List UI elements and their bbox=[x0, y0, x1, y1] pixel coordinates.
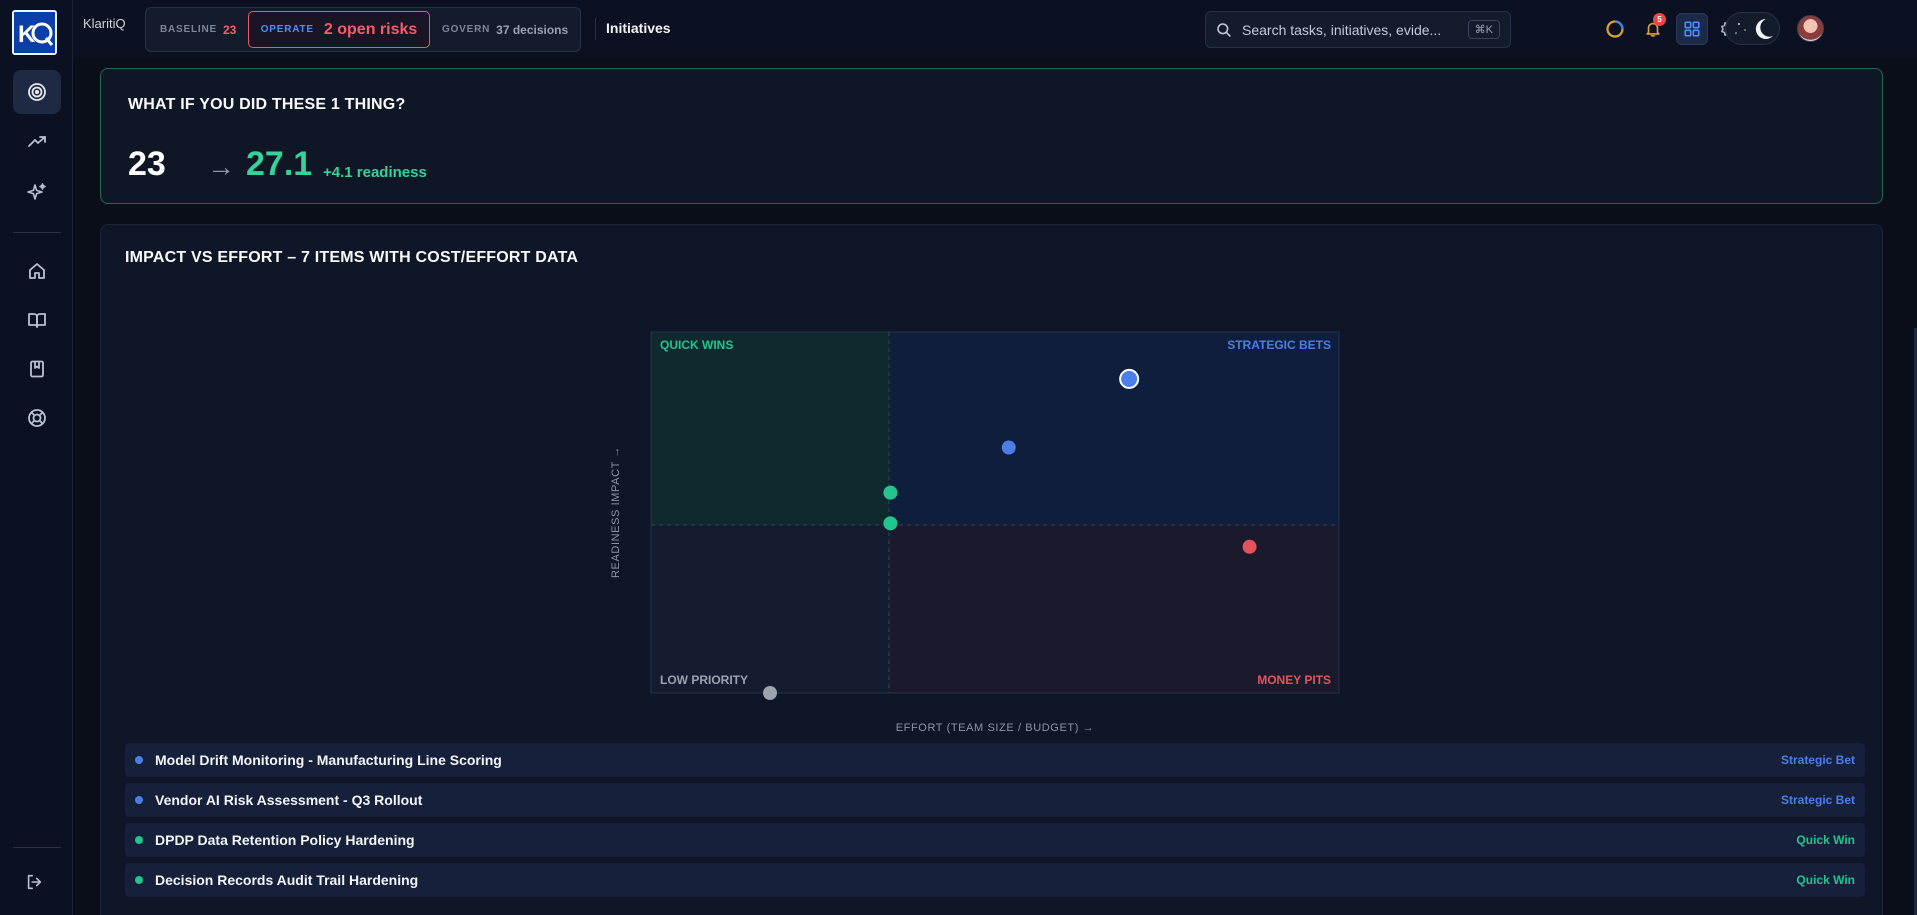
strategic-bets-label: STRATEGIC BETS bbox=[1227, 338, 1331, 352]
grid-view-icon[interactable] bbox=[1676, 13, 1708, 45]
arrow-right-icon: → bbox=[207, 151, 235, 182]
trending-up-icon[interactable] bbox=[13, 120, 61, 164]
breadcrumb-divider bbox=[595, 18, 596, 40]
sidebar-divider bbox=[13, 847, 61, 848]
list-item[interactable]: Model Drift Monitoring - Manufacturing L… bbox=[125, 743, 1865, 777]
item-category-badge: Quick Win bbox=[1796, 833, 1855, 847]
progress-ring-icon[interactable] bbox=[1600, 14, 1630, 44]
quadrant-low-priority bbox=[651, 525, 889, 693]
theme-toggle[interactable] bbox=[1725, 12, 1780, 45]
sidebar-divider bbox=[13, 232, 61, 233]
target-icon[interactable] bbox=[13, 70, 61, 114]
money-pits-label: MONEY PITS bbox=[1257, 673, 1331, 687]
bookmark-book-icon[interactable] bbox=[13, 347, 61, 391]
status-summary: BASELINE 23 OPERATE 2 open risks GOVERN … bbox=[145, 7, 581, 52]
bell-icon[interactable]: 5 bbox=[1638, 13, 1668, 44]
matrix-point-2[interactable] bbox=[1001, 440, 1016, 455]
baseline-label: BASELINE bbox=[160, 24, 217, 35]
govern-status[interactable]: GOVERN 37 decisions bbox=[442, 8, 568, 51]
breadcrumb[interactable]: Initiatives bbox=[606, 20, 671, 36]
quadrant-money-pits bbox=[889, 525, 1339, 693]
govern-label: GOVERN bbox=[442, 24, 491, 35]
status-dot bbox=[135, 756, 143, 764]
status-dot bbox=[135, 796, 143, 804]
item-name: Vendor AI Risk Assessment - Q3 Rollout bbox=[155, 792, 423, 808]
low-priority-label: LOW PRIORITY bbox=[660, 673, 748, 687]
impact-effort-matrix: QUICK WINS STRATEGIC BETS LOW PRIORITY M… bbox=[610, 331, 1340, 734]
projected-score: 27.1 bbox=[246, 145, 313, 183]
list-item[interactable]: Vendor AI Risk Assessment - Q3 Rollout St… bbox=[125, 783, 1865, 817]
initiative-list: Model Drift Monitoring - Manufacturing L… bbox=[125, 743, 1865, 903]
lifebuoy-icon[interactable] bbox=[13, 396, 61, 440]
what-if-title: WHAT IF YOU DID THESE 1 THING? bbox=[128, 96, 406, 113]
item-category-badge: Strategic Bet bbox=[1780, 753, 1855, 767]
avatar[interactable] bbox=[1797, 15, 1824, 42]
y-axis-label: READINESS IMPACT → bbox=[610, 446, 622, 578]
quadrant-quick-wins bbox=[651, 332, 889, 525]
search-icon bbox=[1217, 22, 1231, 37]
search-input[interactable]: Search tasks, initiatives, evide... bbox=[1242, 22, 1458, 38]
main-content: WHAT IF YOU DID THESE 1 THING? 23 → 27.1… bbox=[73, 58, 1917, 915]
sparkles-icon[interactable] bbox=[13, 170, 61, 214]
list-item[interactable]: DPDP Data Retention Policy Hardening Quic… bbox=[125, 823, 1865, 857]
readiness-delta: +4.1 readiness bbox=[323, 164, 427, 181]
baseline-status[interactable]: BASELINE 23 bbox=[160, 8, 236, 51]
search-bar[interactable]: Search tasks, initiatives, evide... ⌘K bbox=[1205, 11, 1511, 48]
item-name: Model Drift Monitoring - Manufacturing L… bbox=[155, 752, 502, 768]
matrix-point-5[interactable] bbox=[1242, 539, 1257, 554]
matrix-point-6[interactable] bbox=[763, 686, 778, 700]
operate-label: OPERATE bbox=[260, 24, 314, 35]
baseline-value: 23 bbox=[222, 22, 237, 37]
notification-count: 5 bbox=[1653, 13, 1666, 26]
item-category-badge: Strategic Bet bbox=[1780, 793, 1855, 807]
current-score: 23 bbox=[128, 145, 166, 183]
operate-value: 2 open risks bbox=[323, 20, 418, 38]
klaritiq-logo[interactable]: K bbox=[12, 10, 57, 55]
list-item[interactable]: Decision Records Audit Trail Hardening Qu… bbox=[125, 863, 1865, 897]
top-bar: KlaritiQ BASELINE 23 OPERATE 2 open risk… bbox=[73, 0, 1917, 58]
home-icon[interactable] bbox=[13, 249, 61, 293]
impact-effort-card: IMPACT VS EFFORT – 7 ITEMS WITH COST/EFF… bbox=[100, 224, 1883, 915]
logout-icon[interactable] bbox=[10, 860, 58, 904]
sidebar: K bbox=[0, 0, 73, 915]
what-if-card: WHAT IF YOU DID THESE 1 THING? 23 → 27.1… bbox=[100, 68, 1883, 204]
operate-status[interactable]: OPERATE 2 open risks bbox=[248, 11, 430, 48]
book-open-icon[interactable] bbox=[13, 298, 61, 342]
quadrant-strategic-bets bbox=[889, 332, 1339, 525]
matrix-point-4[interactable] bbox=[883, 516, 898, 531]
quick-wins-label: QUICK WINS bbox=[660, 338, 733, 352]
status-dot bbox=[135, 836, 143, 844]
govern-value: 37 decisions bbox=[496, 22, 569, 37]
matrix-point-3[interactable] bbox=[883, 485, 898, 500]
item-name: DPDP Data Retention Policy Hardening bbox=[155, 832, 415, 848]
matrix-point-1[interactable] bbox=[1119, 368, 1140, 389]
x-axis-label: EFFORT (TEAM SIZE / BUDGET) → bbox=[896, 722, 1095, 734]
item-category-badge: Quick Win bbox=[1796, 873, 1855, 887]
search-shortcut: ⌘K bbox=[1467, 20, 1500, 39]
item-name: Decision Records Audit Trail Hardening bbox=[155, 872, 419, 888]
status-dot bbox=[135, 876, 143, 884]
brand-name: KlaritiQ bbox=[83, 16, 126, 31]
moon-icon bbox=[1735, 18, 1773, 39]
